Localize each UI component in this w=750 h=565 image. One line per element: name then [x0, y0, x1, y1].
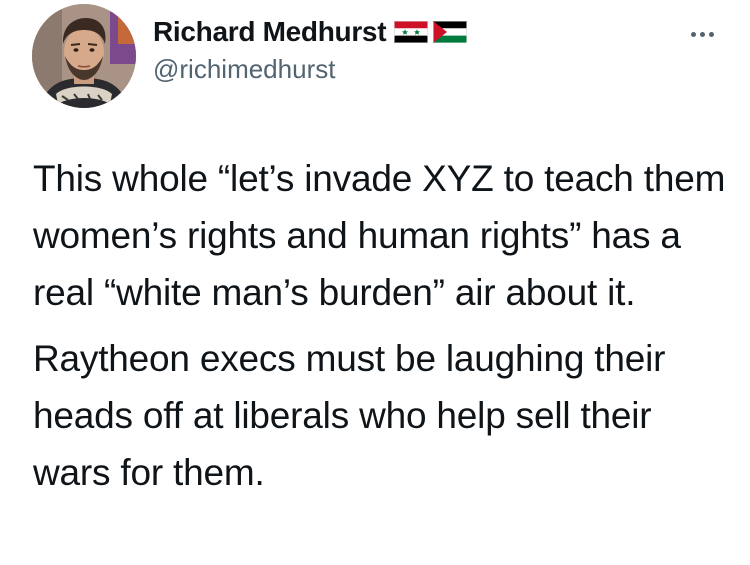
author-flags [394, 21, 468, 43]
tweet-text: This whole “let’s invade XYZ to teach th… [33, 150, 733, 501]
tweet: Richard Medhurst @richimedhurst This who… [0, 0, 750, 565]
author-display-name[interactable]: Richard Medhurst [153, 16, 387, 48]
author-name-row: Richard Medhurst [153, 14, 613, 50]
avatar[interactable] [32, 4, 136, 108]
profile-photo-icon [32, 4, 136, 108]
author-handle[interactable]: @richimedhurst [153, 54, 613, 85]
tweet-paragraph: Raytheon execs must be laughing their he… [33, 338, 666, 493]
palestine-flag-icon [433, 21, 468, 43]
more-dot [690, 31, 696, 37]
tweet-author: Richard Medhurst @richimedhurst [153, 14, 613, 84]
syria-flag-icon [394, 21, 429, 43]
more-dot [708, 31, 714, 37]
more-options-icon[interactable] [680, 24, 724, 44]
more-dot [699, 31, 705, 37]
tweet-paragraph: This whole “let’s invade XYZ to teach th… [33, 158, 726, 313]
